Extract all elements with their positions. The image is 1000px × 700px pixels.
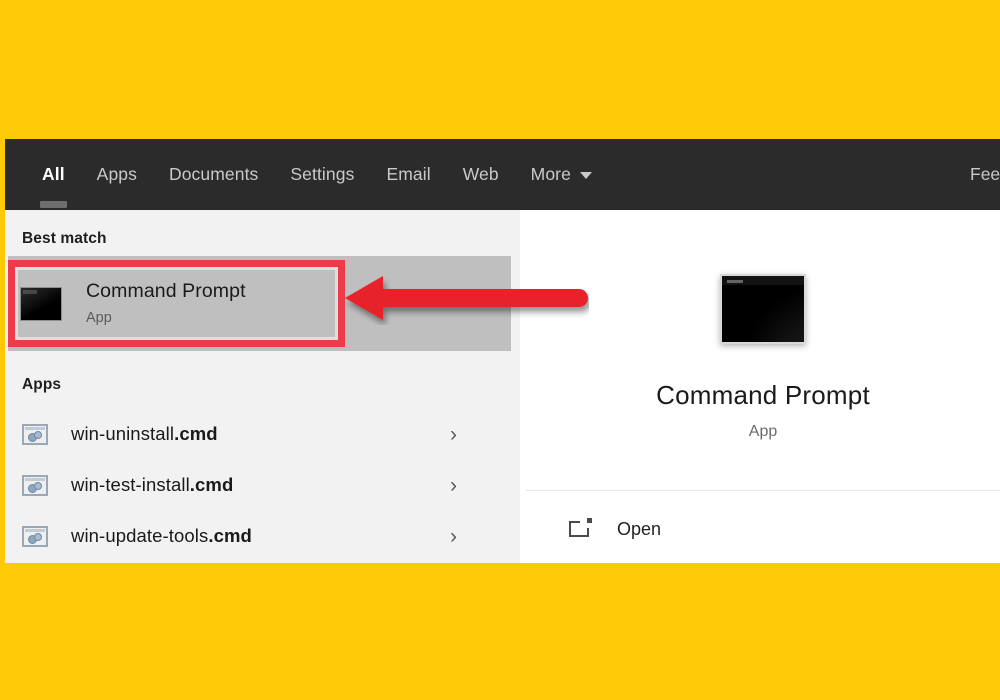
preview-action-open[interactable]: Open — [526, 501, 1000, 557]
open-in-new-icon — [569, 518, 592, 537]
list-item[interactable]: win-test-install.cmd › — [8, 463, 508, 507]
feedback-button[interactable]: Fee — [970, 139, 1000, 210]
command-prompt-icon — [720, 274, 806, 344]
chevron-right-icon[interactable]: › — [450, 526, 457, 547]
tab-documents[interactable]: Documents — [153, 139, 274, 210]
tab-apps[interactable]: Apps — [81, 139, 153, 210]
result-preview-card: Command Prompt App Open — [526, 218, 1000, 563]
preview-title: Command Prompt — [656, 380, 870, 410]
best-match-heading: Best match — [22, 230, 107, 247]
open-in-new-icon-dot — [587, 518, 592, 523]
feedback-label: Fee — [970, 164, 1000, 184]
left-yellow-gutter — [0, 139, 5, 563]
tab-email[interactable]: Email — [370, 139, 446, 210]
command-prompt-icon — [20, 286, 62, 321]
chevron-right-icon[interactable]: › — [450, 475, 457, 496]
tab-all-label: All — [42, 164, 65, 184]
list-item[interactable]: win-uninstall.cmd › — [8, 412, 508, 456]
preview-header: Command Prompt App — [526, 218, 1000, 486]
best-match-title: Command Prompt — [86, 280, 246, 302]
result-preview-pane: Command Prompt App Open — [520, 210, 1000, 563]
tab-web-label: Web — [462, 164, 499, 184]
list-item-name: win-uninstall — [71, 423, 175, 444]
cmd-script-icon-bar — [25, 426, 45, 430]
tab-email-label: Email — [386, 164, 431, 184]
list-item-label: win-uninstall.cmd — [71, 423, 218, 445]
cmd-script-icon — [22, 525, 48, 547]
list-item-extension: .cmd — [174, 423, 218, 444]
results-list-pane: Best match Command Prompt App Apps win-u… — [4, 210, 520, 563]
best-match-subtitle: App — [86, 310, 112, 326]
search-results-body: Best match Command Prompt App Apps win-u… — [4, 210, 1000, 563]
cmd-script-icon-bar — [25, 477, 45, 481]
tab-more-label: More — [530, 164, 571, 184]
list-item-name: win-update-tools — [71, 525, 209, 546]
tab-documents-label: Documents — [168, 164, 259, 184]
apps-heading: Apps — [22, 376, 62, 393]
best-match-result-item[interactable]: Command Prompt App — [18, 266, 338, 341]
preview-action-open-label: Open — [617, 518, 662, 539]
cmd-script-icon-bar — [25, 528, 45, 532]
chevron-right-icon[interactable]: › — [450, 424, 457, 445]
cmd-script-icon-cog-right — [34, 481, 42, 490]
tab-settings-label: Settings — [290, 164, 355, 184]
cmd-script-icon — [22, 474, 48, 496]
preview-subtitle: App — [748, 423, 778, 440]
tab-more[interactable]: More — [515, 139, 608, 210]
windows-search-panel: All Apps Documents Settings Email Web Mo… — [0, 139, 1000, 563]
tab-web[interactable]: Web — [447, 139, 515, 210]
cmd-script-icon — [22, 423, 48, 445]
cmd-script-icon-cog-right — [34, 532, 42, 541]
list-item[interactable]: win-update-tools.cmd › — [8, 514, 508, 558]
preview-divider — [526, 490, 1000, 491]
chevron-down-icon — [579, 172, 592, 179]
list-item-name: win-test-install — [71, 474, 190, 495]
list-item-label: win-update-tools.cmd — [71, 525, 252, 547]
best-match-text: Command Prompt App — [86, 279, 246, 328]
search-filter-tabbar: All Apps Documents Settings Email Web Mo… — [4, 139, 1000, 210]
list-item-label: win-test-install.cmd — [71, 474, 233, 496]
tab-settings[interactable]: Settings — [274, 139, 370, 210]
tab-active-indicator — [40, 201, 67, 208]
tab-list: All Apps Documents Settings Email Web Mo… — [26, 139, 608, 210]
list-item-extension: .cmd — [208, 525, 252, 546]
tab-all[interactable]: All — [26, 139, 81, 210]
cmd-script-icon-cog-right — [34, 430, 42, 439]
list-item-extension: .cmd — [189, 474, 234, 495]
screenshot-canvas: All Apps Documents Settings Email Web Mo… — [0, 0, 1000, 700]
tab-apps-label: Apps — [96, 164, 137, 184]
